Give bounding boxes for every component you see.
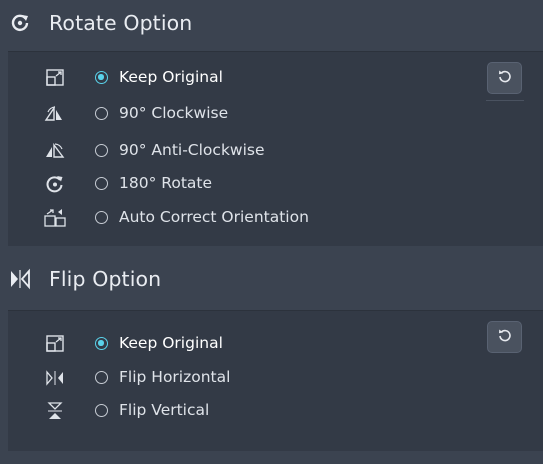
rotate-90-anticlockwise-label: 90° Anti-Clockwise xyxy=(119,141,265,159)
rotate-180-label: 180° Rotate xyxy=(119,174,213,192)
rotate-180-icon xyxy=(42,172,68,196)
rotate-auto-correct-label: Auto Correct Orientation xyxy=(119,208,309,226)
rotate-90-clockwise-label: 90° Clockwise xyxy=(119,104,229,122)
flip-horizontal-label: Flip Horizontal xyxy=(119,368,231,386)
flip-vertical-icon xyxy=(42,399,68,423)
rotate-90-anticlockwise-radio[interactable] xyxy=(95,144,108,157)
flip-vertical-radio[interactable] xyxy=(95,404,108,417)
rotate-icon xyxy=(9,12,31,34)
flip-keep-original-label: Keep Original xyxy=(119,334,223,352)
rotate-keep-original-radio[interactable] xyxy=(95,71,108,84)
rotate-option-title: Rotate Option xyxy=(49,11,193,35)
keep-original-icon xyxy=(42,332,68,356)
rotate-reset-underline xyxy=(486,100,524,101)
flip-keep-original-radio[interactable] xyxy=(95,337,108,350)
rotate-keep-original-label: Keep Original xyxy=(119,68,223,86)
rotate-180-radio[interactable] xyxy=(95,177,108,190)
flip-option-panel: Keep Original Flip Horizontal Flip Verti… xyxy=(8,310,543,451)
reset-icon xyxy=(497,327,513,347)
auto-correct-icon xyxy=(42,206,68,230)
rotate-anticlockwise-icon xyxy=(42,139,68,163)
rotate-option-panel: Keep Original 90° Clockwise 90° Anti-Clo… xyxy=(8,51,543,246)
rotate-reset-button[interactable] xyxy=(487,62,522,94)
flip-horizontal-icon xyxy=(42,366,68,390)
rotate-option-header: Rotate Option xyxy=(0,0,543,46)
flip-horizontal-radio[interactable] xyxy=(95,371,108,384)
flip-vertical-label: Flip Vertical xyxy=(119,401,210,419)
flip-option-header: Flip Option xyxy=(0,256,543,302)
flip-option-title: Flip Option xyxy=(49,267,162,291)
rotate-clockwise-icon xyxy=(42,102,68,126)
keep-original-icon xyxy=(42,66,68,90)
rotate-90-clockwise-radio[interactable] xyxy=(95,107,108,120)
flip-reset-button[interactable] xyxy=(487,321,522,353)
rotate-auto-correct-radio[interactable] xyxy=(95,211,108,224)
flip-icon xyxy=(9,268,31,290)
reset-icon xyxy=(497,68,513,88)
